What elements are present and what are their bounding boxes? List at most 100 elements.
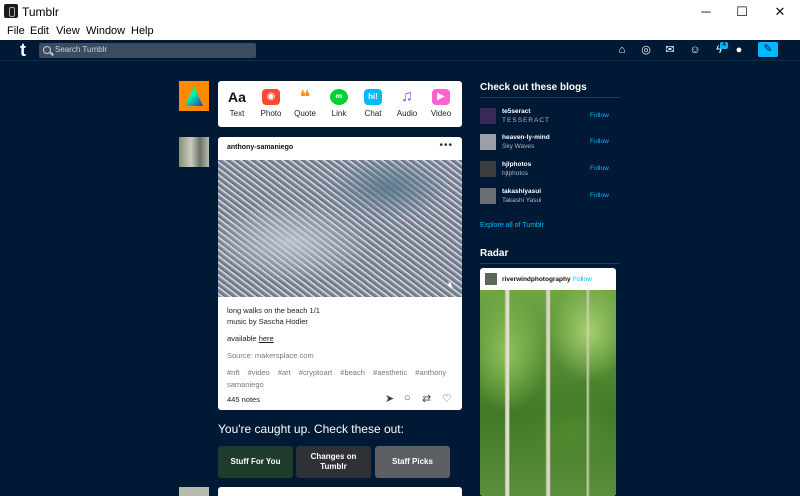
account-icon[interactable]: ● [733,44,745,56]
compose-audio-button[interactable]: ♫ Audio [390,89,424,119]
post-tags: #nft #video #art #cryptoart #beach #aest… [227,367,455,391]
menu-view[interactable]: View [56,25,80,37]
explore-icon[interactable]: ◎ [640,44,652,56]
compose-link-button[interactable]: ∞ Link [322,89,356,118]
post-card: anthony-samaniego ••• 🔇︎ long walks on t… [218,137,462,410]
menu-bar: File Edit View Window Help [0,23,800,40]
activity-badge: 4 [720,42,728,49]
divider [480,263,620,264]
reply-icon[interactable]: ○ [404,392,411,404]
compose-photo-button[interactable]: ◉ Photo [254,89,288,118]
radar-post: riverwindphotography Follow [480,268,616,496]
radar-follow-button[interactable]: Follow [573,276,592,283]
post-text-line: music by Sascha Hodler [227,317,308,326]
caught-up-heading: You're caught up. Check these out: [218,422,404,436]
post-text-line: available here [227,334,274,343]
search-input[interactable]: Search Tumblr [39,43,256,58]
tag[interactable]: #aesthetic [373,368,407,377]
chat-icon: hi! [364,89,382,105]
post-text-line: long walks on the beach 1/1 [227,306,320,315]
post-username[interactable]: anthony-samaniego [227,144,293,151]
follow-button[interactable]: Follow [590,165,609,172]
menu-file[interactable]: File [7,25,25,37]
radar-photo[interactable] [480,290,616,496]
tag[interactable]: #beach [340,368,365,377]
compose-label: Chat [364,109,382,118]
radar-avatar[interactable] [485,273,497,285]
radar-username[interactable]: riverwindphotography [502,276,571,283]
inbox-icon[interactable]: ✉ [664,44,676,56]
post-author-avatar[interactable] [179,137,209,167]
app-icon [4,4,18,18]
blog-title: TESSERACT [502,117,551,124]
more-options-icon[interactable]: ••• [439,140,453,151]
blog-title: Takashi Yasui [502,197,542,204]
blog-avatar[interactable] [480,161,496,177]
close-button[interactable]: ✕ [762,0,798,23]
search-placeholder: Search Tumblr [55,45,108,54]
link-icon: ∞ [330,89,348,105]
compose-label: Photo [260,109,282,118]
follow-button[interactable]: Follow [590,192,609,199]
blog-name[interactable]: hjlphotos [502,161,531,168]
here-link[interactable]: here [259,334,274,343]
tumblr-logo[interactable]: t [20,40,32,61]
compose-chat-button[interactable]: hi! Chat [356,89,390,118]
compose-video-button[interactable]: ▶ Video [424,89,458,118]
text-icon: Aa [228,89,246,105]
home-icon[interactable]: ⌂ [616,44,628,56]
like-icon[interactable]: ♡ [442,392,452,405]
mute-icon[interactable]: 🔇︎ [448,280,454,291]
follow-button[interactable]: Follow [590,138,609,145]
compose-quote-button[interactable]: ❝ Quote [288,88,322,118]
next-post-avatar[interactable] [179,487,209,496]
compose-label: Text [229,109,245,118]
video-camera-icon: ▶ [432,89,450,105]
tag[interactable]: #video [248,368,270,377]
tag[interactable]: #cryptoart [299,368,332,377]
card-changes-on-tumblr[interactable]: Changes on Tumblr [296,446,371,478]
reblog-icon[interactable]: ⇄ [422,392,431,405]
my-avatar[interactable] [179,81,209,111]
card-stuff-for-you[interactable]: Stuff For You [218,446,293,478]
maximize-button[interactable]: ☐ [724,0,760,23]
messages-icon[interactable]: ☺ [689,44,701,56]
available-text: available [227,334,257,343]
camera-icon: ◉ [262,89,280,105]
explore-link[interactable]: Explore all of Tumblr [480,222,544,229]
blog-avatar[interactable] [480,188,496,204]
minimize-button[interactable]: ─ [688,0,724,23]
next-post-card [218,487,462,496]
blog-name[interactable]: heaven-ly-mind [502,134,550,141]
tag[interactable]: #art [278,368,291,377]
follow-button[interactable]: Follow [590,112,609,119]
radar-heading: Radar [480,248,509,259]
title-bar: Tumblr ─ ☐ ✕ [0,0,800,23]
blog-name[interactable]: takashiyasui [502,188,541,195]
compose-icon[interactable]: ✎ [758,42,778,57]
compose-label: Audio [396,109,418,118]
post-video[interactable]: 🔇︎ [218,160,462,297]
recommended-blog[interactable]: heaven-ly-mind Sky Waves Follow [480,134,620,154]
blog-name[interactable]: te5seract [502,108,531,115]
recommended-blog[interactable]: takashiyasui Takashi Yasui Follow [480,188,620,208]
blog-title: hjlphotos [502,170,529,177]
share-icon[interactable]: ➤ [385,392,394,405]
card-staff-picks[interactable]: Staff Picks [375,446,450,478]
compose-text-button[interactable]: Aa Text [220,89,254,118]
post-notes[interactable]: 445 notes [227,395,260,404]
menu-window[interactable]: Window [86,25,125,37]
blog-avatar[interactable] [480,134,496,150]
window-title: Tumblr [22,5,59,19]
recommended-blog[interactable]: hjlphotos hjlphotos Follow [480,161,620,181]
compose-label: Video [430,109,452,118]
menu-edit[interactable]: Edit [30,25,49,37]
search-icon [43,46,51,54]
compose-label: Quote [294,109,316,118]
post-source[interactable]: Source: makersplace.com [227,351,314,360]
recommended-blog[interactable]: te5seract TESSERACT Follow [480,108,620,128]
blog-avatar[interactable] [480,108,496,124]
tag[interactable]: #nft [227,368,240,377]
menu-help[interactable]: Help [131,25,154,37]
blogs-heading: Check out these blogs [480,82,587,93]
